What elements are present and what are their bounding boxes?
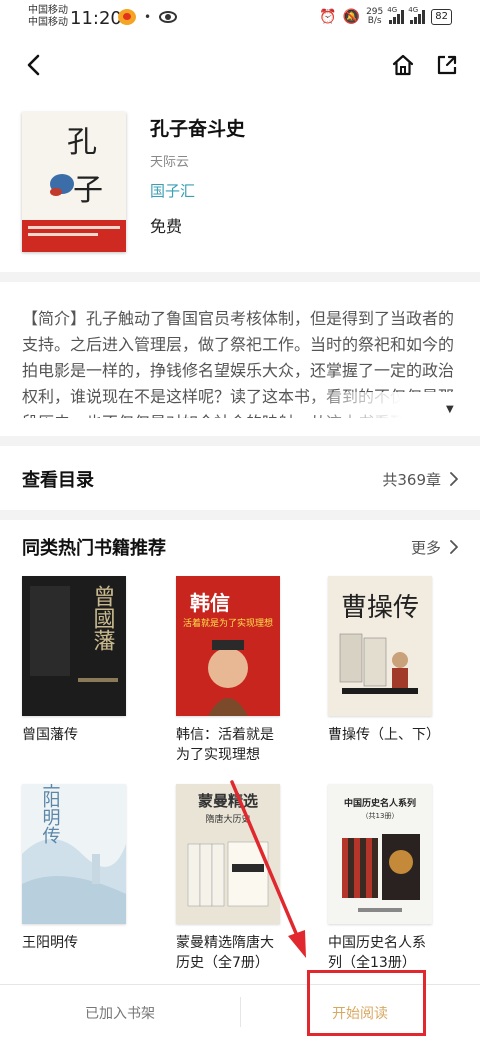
mute-bell-icon: 🔕 bbox=[342, 9, 361, 25]
cover-char-2: 子 bbox=[73, 173, 103, 208]
home-button[interactable] bbox=[390, 52, 416, 78]
cover-title: 中国历史名人系列 bbox=[344, 797, 416, 809]
book-cover: 曾國藩 bbox=[22, 576, 126, 716]
cover-title: 曹操传 bbox=[341, 593, 419, 623]
battery-icon: 82 bbox=[431, 9, 452, 25]
recommend-book[interactable]: 韩信 活着就是为了实现理想 韩信：活着就是为了实现理想 bbox=[176, 576, 282, 765]
book-cover: 王阳明传 bbox=[22, 784, 126, 924]
chevron-right-icon bbox=[450, 472, 458, 486]
home-icon bbox=[392, 54, 414, 76]
eye-icon bbox=[159, 11, 178, 23]
signal-1-icon: 4G bbox=[387, 6, 405, 24]
cover-char-1: 孔 bbox=[67, 125, 97, 160]
chevron-right-icon bbox=[450, 540, 458, 554]
weibo-icon bbox=[118, 9, 136, 25]
section-divider bbox=[0, 436, 480, 446]
book-cover: 韩信 活着就是为了实现理想 bbox=[176, 576, 280, 716]
cover-title: 蒙曼精选 bbox=[198, 792, 258, 810]
book-name: 蒙曼精选隋唐大历史（全7册） bbox=[176, 935, 274, 971]
share-button[interactable] bbox=[434, 52, 460, 78]
cover-subtitle: 隋唐大历史 bbox=[205, 813, 250, 825]
carrier-1: 中国移动 bbox=[28, 5, 68, 16]
section-divider bbox=[0, 272, 480, 282]
toc-count-wrap: 共369章 bbox=[382, 469, 458, 490]
book-price: 免费 bbox=[150, 217, 183, 236]
status-notification-icons: • bbox=[118, 9, 178, 25]
cover-title: 韩信 bbox=[190, 591, 230, 615]
expand-intro-icon[interactable]: ▼ bbox=[446, 404, 454, 415]
chevron-left-icon bbox=[27, 54, 40, 76]
dot-icon: • bbox=[144, 10, 152, 24]
intro-label: 【简介】 bbox=[22, 309, 87, 328]
book-cover: 曹操传 bbox=[328, 576, 432, 716]
annotation-highlight-box bbox=[307, 970, 426, 1036]
book-author[interactable]: 天际云 bbox=[150, 151, 245, 170]
recommend-book[interactable]: 蒙曼精选 隋唐大历史 蒙曼精选隋唐大历史（全7册） bbox=[176, 784, 282, 973]
recommend-title: 同类热门书籍推荐 bbox=[22, 538, 166, 559]
toc-count: 共369章 bbox=[382, 470, 441, 489]
book-cover[interactable]: 孔 子 bbox=[22, 112, 126, 252]
book-name: 韩信：活着就是为了实现理想 bbox=[176, 727, 274, 763]
book-cover: 蒙曼精选 隋唐大历史 bbox=[176, 784, 280, 924]
book-title: 孔子奋斗史 bbox=[150, 118, 246, 140]
section-divider bbox=[0, 510, 480, 520]
alarm-icon: ⏰ bbox=[319, 9, 337, 25]
back-button[interactable] bbox=[20, 52, 46, 78]
carrier-labels: 中国移动 中国移动 bbox=[28, 5, 68, 29]
book-cover-art: 孔 子 bbox=[22, 112, 126, 252]
share-icon bbox=[437, 55, 457, 75]
recommend-book[interactable]: 曾國藩 曾国藩传 bbox=[22, 576, 128, 745]
book-name: 曾国藩传 bbox=[22, 727, 78, 743]
nav-bar bbox=[0, 40, 480, 90]
net-speed: 295 B/s bbox=[366, 7, 384, 26]
cover-title: 王阳明传 bbox=[40, 784, 61, 844]
recommend-book[interactable]: 中国历史名人系列 （共13册） 中国历史名人系列（全13册） bbox=[328, 784, 434, 973]
status-system-icons: ⏰ 🔕 295 B/s 4G 4G 82 bbox=[319, 6, 452, 26]
book-name: 王阳明传 bbox=[22, 935, 78, 951]
intro-fade bbox=[300, 392, 470, 422]
added-to-shelf-button[interactable]: 已加入书架 bbox=[0, 985, 240, 1040]
more-label: 更多 bbox=[410, 538, 441, 557]
cover-subtitle: 活着就是为了实现理想 bbox=[183, 617, 273, 629]
book-name: 曹操传（上、下） bbox=[328, 727, 440, 743]
carrier-2: 中国移动 bbox=[28, 17, 68, 28]
recommend-header: 同类热门书籍推荐 更多 bbox=[22, 530, 458, 564]
book-cover: 中国历史名人系列 （共13册） bbox=[328, 784, 432, 924]
book-info: 孔子奋斗史 天际云 国子汇 免费 bbox=[150, 112, 245, 237]
recommend-book[interactable]: 曹操传 曹操传（上、下） bbox=[328, 576, 440, 745]
cover-subtitle: （共13册） bbox=[362, 811, 399, 820]
book-header: 孔 子 孔子奋斗史 天际云 国子汇 免费 bbox=[22, 112, 458, 252]
status-time: 11:20 bbox=[70, 8, 122, 29]
recommend-book[interactable]: 王阳明传 王阳明传 bbox=[22, 784, 128, 953]
toc-label: 查看目录 bbox=[22, 470, 94, 491]
signal-2-icon: 4G bbox=[408, 6, 426, 24]
book-publisher[interactable]: 国子汇 bbox=[150, 180, 245, 201]
status-bar: 中国移动 中国移动 11:20 • ⏰ 🔕 295 B/s 4G 4G 82 bbox=[0, 0, 480, 36]
more-button[interactable]: 更多 bbox=[411, 537, 458, 558]
book-name: 中国历史名人系列（全13册） bbox=[328, 935, 426, 971]
cover-title: 曾國藩 bbox=[90, 585, 116, 651]
toc-row[interactable]: 查看目录 共369章 bbox=[22, 452, 458, 506]
